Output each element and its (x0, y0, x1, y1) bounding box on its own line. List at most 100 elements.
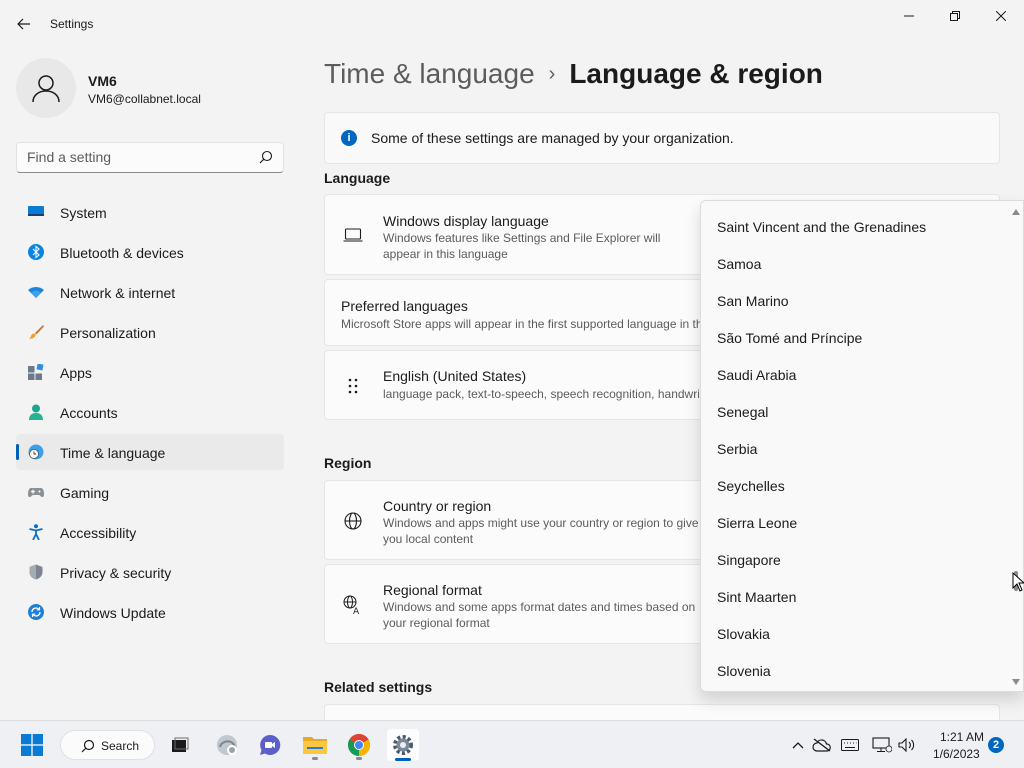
sidebar-item-label: Bluetooth & devices (60, 245, 184, 261)
card-description: Windows and some apps format dates and t… (383, 600, 696, 630)
language-format-icon: A (343, 595, 363, 615)
globe-icon (343, 511, 363, 531)
active-indicator (395, 758, 411, 761)
minimize-button[interactable] (886, 4, 932, 28)
card-title: English (United States) (383, 368, 527, 384)
sidebar-nav: System Bluetooth & devices Network & int… (16, 194, 284, 634)
dropdown-option[interactable]: Seychelles (717, 478, 785, 494)
sidebar-item-label: Network & internet (60, 285, 176, 301)
clock-time[interactable]: 1:21 AM (940, 730, 984, 744)
keyboard-icon (841, 739, 859, 751)
dropdown-option[interactable]: Saint Vincent and the Grenadines (717, 219, 926, 235)
search-input[interactable] (27, 149, 247, 165)
card-title: Regional format (383, 582, 482, 598)
taskbar-settings[interactable] (387, 729, 419, 761)
gear-icon (393, 735, 413, 755)
running-indicator (356, 757, 362, 760)
user-name: VM6 (88, 73, 117, 89)
taskbar-teams-chat[interactable] (254, 729, 286, 761)
close-button[interactable] (978, 4, 1024, 28)
dropdown-option[interactable]: Samoa (717, 256, 761, 272)
sidebar-item-personalization[interactable]: Personalization (16, 314, 284, 350)
start-button[interactable] (16, 729, 48, 761)
taskbar-file-explorer[interactable] (299, 729, 331, 761)
notification-badge[interactable]: 2 (988, 737, 1004, 753)
info-text: Some of these settings are managed by yo… (371, 130, 734, 146)
cloud-offline-icon (812, 738, 831, 752)
sidebar-item-privacy[interactable]: Privacy & security (16, 554, 284, 590)
windows-logo-icon (21, 734, 43, 756)
chevron-right-icon: › (548, 63, 556, 85)
sidebar-item-gaming[interactable]: Gaming (16, 474, 284, 510)
volume-tray[interactable] (897, 735, 917, 755)
wifi-icon (28, 287, 44, 298)
scroll-up-arrow-icon[interactable] (1012, 209, 1020, 215)
dropdown-option[interactable]: Sint Maarten (717, 589, 796, 605)
avatar[interactable] (16, 58, 76, 118)
dropdown-option[interactable]: Serbia (717, 441, 757, 457)
shield-icon (29, 564, 43, 580)
sidebar-item-accessibility[interactable]: Accessibility (16, 514, 284, 550)
dropdown-option[interactable]: Sierra Leone (717, 515, 797, 531)
taskbar: Search 1:21 AM 1/6/2023 2 (0, 720, 1024, 768)
sidebar-item-accounts[interactable]: Accounts (16, 394, 284, 430)
chevron-up-icon (792, 742, 804, 749)
breadcrumb: Time & language › Language & region (324, 58, 823, 90)
app-title: Settings (50, 17, 94, 31)
taskbar-chrome[interactable] (343, 729, 375, 761)
sidebar-item-system[interactable]: System (16, 194, 284, 230)
chat-icon (260, 734, 281, 755)
dropdown-option[interactable]: Singapore (717, 552, 781, 568)
back-arrow-icon (17, 18, 30, 30)
card-description: Windows features like Settings and File … (383, 231, 661, 261)
sidebar-item-label: Gaming (60, 485, 110, 501)
sidebar-item-time-language[interactable]: Time & language (16, 434, 284, 470)
edge-icon (217, 735, 237, 755)
card-description: language pack, text-to-speech, speech re… (383, 387, 699, 401)
card-title: Windows display language (383, 213, 549, 229)
dropdown-option[interactable]: Slovenia (717, 663, 771, 679)
sidebar-item-label: System (60, 205, 107, 221)
svg-text:A: A (353, 607, 360, 615)
sidebar-item-label: Windows Update (60, 605, 166, 621)
card-description: Microsoft Store apps will appear in the … (341, 317, 730, 331)
restore-button[interactable] (932, 4, 978, 28)
breadcrumb-parent[interactable]: Time & language (324, 58, 535, 89)
input-indicator[interactable] (840, 735, 860, 755)
dropdown-option[interactable]: San Marino (717, 293, 789, 309)
laptop-icon (343, 225, 363, 245)
search-icon[interactable] (259, 150, 273, 169)
dropdown-option[interactable]: Senegal (717, 404, 768, 420)
folder-icon (303, 737, 327, 754)
sidebar-item-apps[interactable]: Apps (16, 354, 284, 390)
managed-info-bar: i Some of these settings are managed by … (324, 112, 1000, 164)
clock-date[interactable]: 1/6/2023 (933, 747, 980, 761)
sidebar-item-bluetooth[interactable]: Bluetooth & devices (16, 234, 284, 270)
sidebar-item-network[interactable]: Network & internet (16, 274, 284, 310)
sidebar-item-windows-update[interactable]: Windows Update (16, 594, 284, 630)
onedrive-tray[interactable] (812, 735, 832, 755)
dropdown-option[interactable]: Saudi Arabia (717, 367, 796, 383)
task-view-button[interactable] (164, 729, 196, 761)
network-tray[interactable] (872, 735, 892, 755)
scroll-down-arrow-icon[interactable] (1012, 679, 1020, 685)
taskbar-edge[interactable] (211, 729, 243, 761)
card-title: Preferred languages (341, 298, 468, 314)
back-button[interactable] (12, 12, 36, 36)
close-icon (996, 11, 1006, 21)
running-indicator (312, 757, 318, 760)
country-region-dropdown[interactable]: Saint Vincent and the Grenadines Samoa S… (700, 200, 1024, 692)
sidebar-item-label: Accessibility (60, 525, 137, 541)
accessibility-icon (29, 524, 43, 540)
dropdown-option[interactable]: Slovakia (717, 626, 770, 642)
dropdown-option[interactable]: São Tomé and Príncipe (717, 330, 862, 346)
sidebar-item-label: Apps (60, 365, 92, 381)
card-title: Country or region (383, 498, 492, 514)
drag-handle-icon[interactable] (343, 376, 363, 396)
show-hidden-icons-button[interactable] (788, 735, 808, 755)
task-view-icon (172, 737, 189, 752)
taskbar-search[interactable]: Search (60, 730, 155, 760)
settings-search-box[interactable] (16, 142, 284, 173)
user-email: VM6@collabnet.local (88, 92, 201, 106)
sidebar-item-label: Accounts (60, 405, 118, 421)
